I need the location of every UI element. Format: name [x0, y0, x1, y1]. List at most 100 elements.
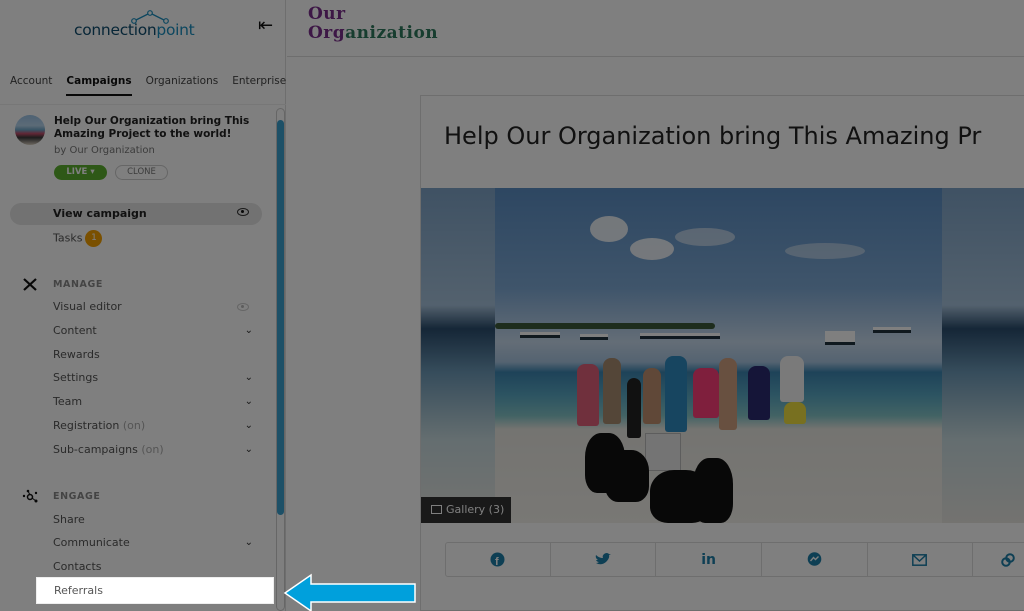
campaign-avatar [15, 115, 45, 145]
campaign-owner: by Our Organization [54, 145, 155, 156]
section-engage-heading: ENGAGE [53, 491, 101, 502]
logo-text-part2: point [156, 21, 195, 39]
sidebar-item-contacts[interactable]: Contacts [53, 557, 253, 577]
chevron-down-icon: ⌄ [244, 444, 253, 455]
sidebar-item-referrals[interactable]: Referrals [36, 577, 274, 604]
pointer-arrow-icon [283, 573, 416, 611]
view-campaign-button[interactable]: View campaign [10, 203, 262, 225]
eye-icon [237, 303, 249, 311]
campaign-page-title: Help Our Organization bring This Amazing… [444, 122, 982, 150]
campaign-photo [495, 188, 942, 523]
boat [580, 334, 608, 340]
trash-bag [605, 450, 649, 502]
collapse-left-icon: ⇤ [258, 15, 274, 36]
person [603, 358, 621, 424]
share-linkedin-button[interactable]: in [656, 543, 762, 576]
chevron-down-icon: ⌄ [244, 537, 253, 548]
top-nav-tabs: Account Campaigns Organizations Enterpri… [0, 72, 286, 96]
item-label: Referrals [54, 584, 103, 597]
boat [640, 333, 720, 339]
share-email-button[interactable] [868, 543, 974, 576]
collapse-sidebar-button[interactable]: ⇤ [258, 16, 280, 38]
eye-icon [237, 208, 249, 216]
gallery-button[interactable]: Gallery (3) [421, 497, 511, 523]
media-blur-right [942, 188, 1024, 523]
organization-logo[interactable]: Our Organization [308, 5, 438, 43]
share-bar: f in [445, 542, 1024, 577]
cloud [590, 216, 628, 242]
email-icon [912, 553, 928, 566]
tools-icon [22, 277, 40, 291]
chevron-down-icon: ⌄ [244, 420, 253, 431]
sidebar-item-content[interactable]: Content ⌄ [53, 321, 253, 341]
gallery-label: Gallery (3) [446, 503, 505, 516]
chevron-down-icon: ⌄ [244, 372, 253, 383]
clone-button[interactable]: CLONE [115, 165, 168, 180]
cloud [785, 243, 865, 259]
sidebar-item-rewards[interactable]: Rewards [53, 345, 253, 365]
person [719, 358, 737, 430]
cloud [630, 238, 674, 260]
item-label: Content [53, 324, 97, 337]
sidebar-scrollbar-thumb[interactable] [277, 120, 284, 515]
org-logo-line1: Our [308, 4, 346, 24]
boat [825, 331, 855, 345]
logo-text-part1: connection [74, 21, 157, 39]
svg-text:f: f [495, 556, 499, 567]
share-link-button[interactable] [973, 543, 1024, 576]
person [665, 356, 687, 432]
share-messenger-button[interactable] [762, 543, 868, 576]
item-status: (on) [122, 419, 146, 432]
cooler-box [645, 433, 681, 471]
item-label: Visual editor [53, 300, 122, 313]
island [495, 323, 715, 329]
share-facebook-button[interactable]: f [446, 543, 551, 576]
sidebar: connectionpoint ⇤ Account Campaigns Orga… [0, 0, 286, 611]
view-campaign-label: View campaign [53, 207, 147, 220]
campaign-media[interactable]: Gallery (3) [421, 188, 1024, 523]
sidebar-item-settings[interactable]: Settings ⌄ [53, 368, 253, 388]
boat [520, 332, 560, 338]
share-twitter-button[interactable] [551, 543, 657, 576]
messenger-icon [807, 552, 822, 566]
sidebar-item-communicate[interactable]: Communicate ⌄ [53, 533, 253, 553]
tab-organizations[interactable]: Organizations [146, 72, 219, 96]
campaign-card: Help Our Organization bring This Amazing… [420, 95, 1024, 611]
linkedin-icon: in [701, 551, 716, 568]
twitter-icon [595, 553, 611, 565]
media-blur-left [421, 188, 495, 523]
chevron-down-icon: ⌄ [244, 396, 253, 407]
sidebar-item-share[interactable]: Share [53, 510, 253, 530]
main-content: Our Organization Help Our Organization b… [287, 0, 1024, 611]
tasks-link[interactable]: Tasks 1 [53, 230, 103, 247]
header-divider [287, 56, 1024, 57]
item-label: Rewards [53, 348, 100, 361]
person [577, 364, 599, 426]
live-status-dropdown[interactable]: LIVE ▾ [54, 165, 107, 180]
tab-enterprise[interactable]: Enterprise [232, 72, 286, 96]
tab-campaigns[interactable]: Campaigns [66, 72, 132, 96]
cloud [675, 228, 735, 246]
tasks-count-badge: 1 [85, 230, 103, 247]
sidebar-item-team[interactable]: Team ⌄ [53, 392, 253, 412]
person [780, 356, 804, 402]
person [643, 368, 661, 424]
trash-bag [693, 458, 733, 523]
connectionpoint-logo[interactable]: connectionpoint [74, 10, 196, 42]
boat [873, 327, 911, 333]
item-label: Contacts [53, 560, 102, 573]
item-label: Sub-campaigns [53, 443, 138, 456]
sidebar-item-registration[interactable]: Registration (on) ⌄ [53, 416, 253, 436]
sidebar-item-sub-campaigns[interactable]: Sub-campaigns (on) ⌄ [53, 440, 253, 460]
sidebar-item-visual-editor[interactable]: Visual editor [53, 297, 253, 317]
chevron-down-icon: ⌄ [244, 325, 253, 336]
image-icon [431, 505, 442, 514]
item-label: Team [53, 395, 83, 408]
item-label: Communicate [53, 536, 130, 549]
tab-account[interactable]: Account [10, 72, 52, 96]
facebook-icon: f [490, 552, 505, 567]
org-logo-line2a: Org [308, 23, 346, 43]
item-label: Registration [53, 419, 120, 432]
org-logo-line2b: anization [345, 23, 439, 43]
link-icon [1001, 552, 1015, 567]
